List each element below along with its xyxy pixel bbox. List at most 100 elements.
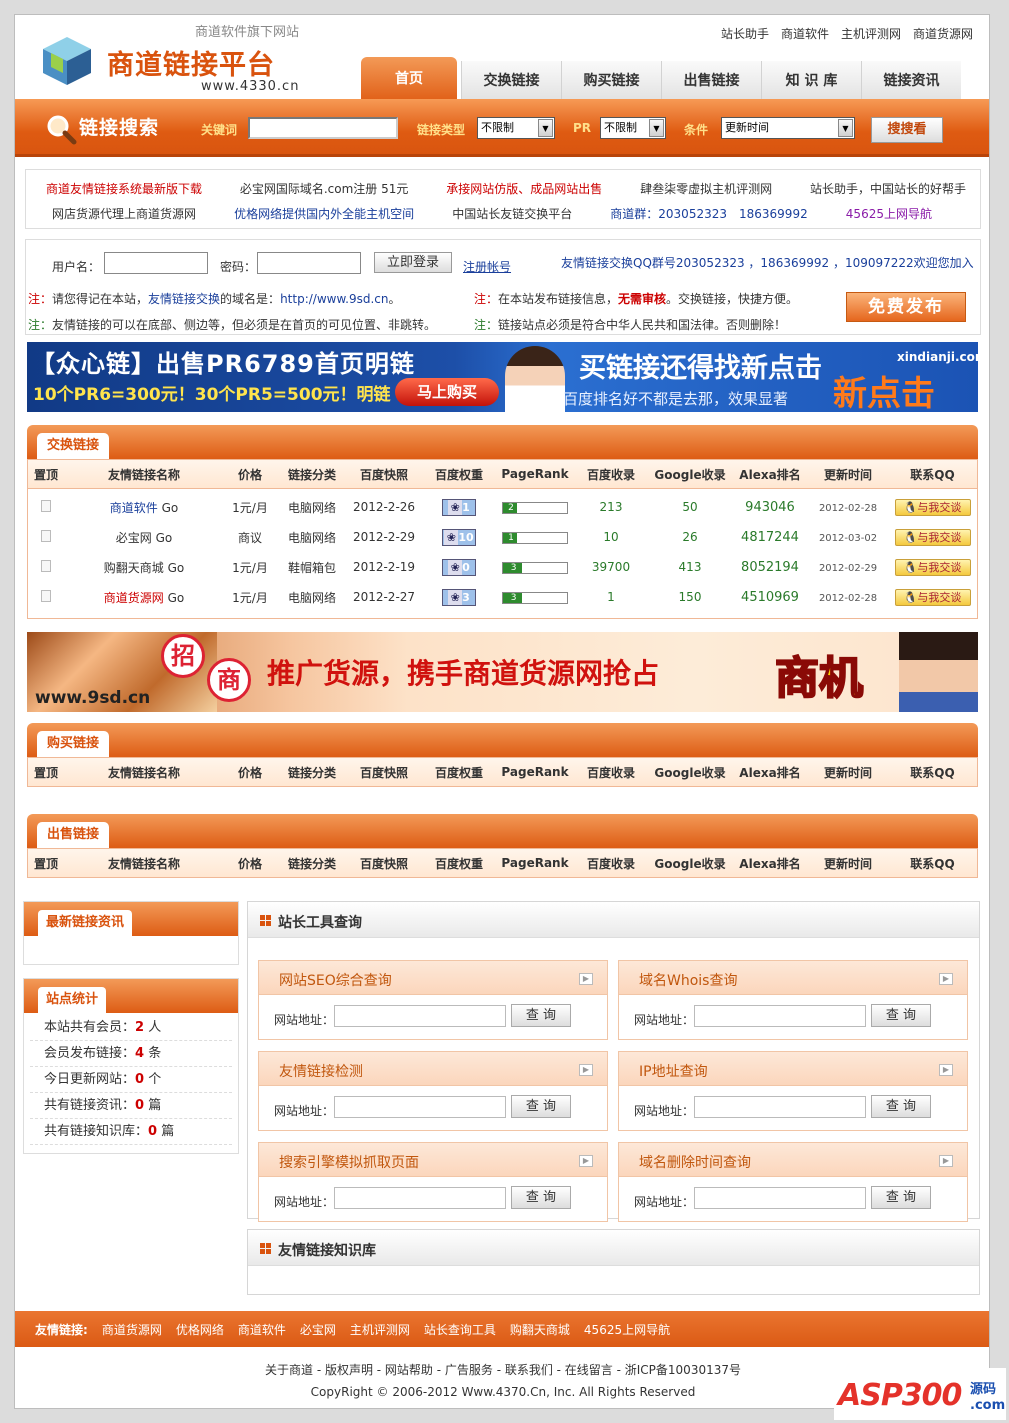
qq-chat-button[interactable]: 🐧与我交谈 bbox=[894, 528, 971, 546]
friend-link[interactable]: 站长查询工具 bbox=[424, 1321, 496, 1338]
logo-title[interactable]: 商道链接平台 bbox=[107, 43, 275, 82]
chevron-right-icon[interactable]: ▶ bbox=[939, 1064, 953, 1076]
type-select[interactable]: 不限制 ▼ bbox=[477, 117, 555, 139]
go-link[interactable]: Go bbox=[156, 531, 173, 545]
password-input[interactable] bbox=[257, 252, 361, 274]
ad-link[interactable]: 承接网站仿版、成品网站出售 bbox=[446, 180, 602, 197]
column-header: Google收录 bbox=[654, 856, 726, 871]
link-name[interactable]: 购翻天商城 bbox=[104, 561, 164, 575]
note-2: 注：在本站发布链接信息，无需审核。交换链接，快捷方便。 bbox=[474, 292, 799, 306]
buy-now-button[interactable]: 马上购买 bbox=[395, 378, 499, 406]
friend-link[interactable]: 优格网络 bbox=[176, 1321, 224, 1338]
friend-link[interactable]: 购翻天商城 bbox=[510, 1321, 570, 1338]
url-input[interactable] bbox=[694, 1187, 866, 1209]
ad-link[interactable]: 网店货源代理上商道货源网 bbox=[52, 205, 196, 222]
query-button[interactable]: 查 询 bbox=[511, 1095, 571, 1118]
type-label: 链接类型 bbox=[417, 123, 466, 137]
url-input[interactable] bbox=[334, 1005, 506, 1027]
url-input[interactable] bbox=[694, 1096, 866, 1118]
tool-title[interactable]: 网站SEO综合查询 bbox=[259, 961, 607, 995]
chevron-down-icon: ▼ bbox=[538, 119, 553, 137]
chevron-right-icon[interactable]: ▶ bbox=[939, 1155, 953, 1167]
friend-link[interactable]: 主机评测网 bbox=[350, 1321, 410, 1338]
sell-title[interactable]: 出售链接 bbox=[37, 822, 110, 848]
username-label: 用户名： bbox=[52, 260, 101, 274]
ad-link[interactable]: 商道群：203052323 186369992 bbox=[610, 205, 807, 222]
friend-link[interactable]: 商道软件 bbox=[238, 1321, 286, 1338]
keyword-input[interactable] bbox=[248, 117, 398, 139]
free-publish-button[interactable]: 免费发布 bbox=[846, 292, 966, 322]
watermark-brand: ASP300 bbox=[838, 1378, 962, 1413]
link-name[interactable]: 商道货源网 bbox=[104, 591, 164, 605]
toplink[interactable]: 站长助手 bbox=[721, 25, 769, 42]
url-input[interactable] bbox=[694, 1005, 866, 1027]
url-input[interactable] bbox=[334, 1187, 506, 1209]
chevron-right-icon[interactable]: ▶ bbox=[579, 973, 593, 985]
tool-title[interactable]: 友情链接检测 bbox=[259, 1052, 607, 1086]
go-link[interactable]: Go bbox=[168, 591, 185, 605]
cond-select[interactable]: 更新时间 ▼ bbox=[721, 117, 855, 139]
ad-link[interactable]: 必宝网国际域名.com注册 51元 bbox=[240, 180, 409, 197]
column-header: 联系QQ bbox=[910, 856, 955, 871]
nav-tab-exchange[interactable]: 交换链接 bbox=[461, 61, 561, 99]
tool-title[interactable]: IP地址查询 bbox=[619, 1052, 967, 1086]
toplink[interactable]: 主机评测网 bbox=[841, 25, 901, 42]
column-header: 价格 bbox=[237, 765, 262, 780]
column-header: 百度权重 bbox=[434, 467, 483, 482]
go-link[interactable]: Go bbox=[162, 501, 179, 515]
toplink[interactable]: 商道软件 bbox=[781, 25, 829, 42]
query-button[interactable]: 查 询 bbox=[871, 1004, 931, 1027]
column-header: 百度收录 bbox=[586, 765, 635, 780]
pr-select[interactable]: 不限制 ▼ bbox=[600, 117, 666, 139]
go-link[interactable]: Go bbox=[168, 561, 185, 575]
qq-chat-button[interactable]: 🐧与我交谈 bbox=[894, 588, 971, 606]
login-button[interactable]: 立即登录 bbox=[374, 252, 452, 273]
ad-link[interactable]: 优格网络提供国内外全能主机空间 bbox=[234, 205, 414, 222]
category: 鞋帽箱包 bbox=[287, 560, 336, 575]
latest-news-title[interactable]: 最新链接资讯 bbox=[38, 910, 133, 936]
nav-tab-news[interactable]: 链接资讯 bbox=[861, 61, 961, 99]
friend-link[interactable]: 必宝网 bbox=[300, 1321, 336, 1338]
nav-tab-home[interactable]: 首页 bbox=[361, 57, 457, 99]
username-input[interactable] bbox=[104, 252, 208, 274]
ad-link[interactable]: 45625上网导航 bbox=[846, 205, 932, 222]
register-link[interactable]: 注册帐号 bbox=[463, 258, 511, 275]
chevron-right-icon[interactable]: ▶ bbox=[939, 973, 953, 985]
query-button[interactable]: 查 询 bbox=[871, 1186, 931, 1209]
tool-title[interactable]: 域名删除时间查询 bbox=[619, 1143, 967, 1177]
baidu-index: 213 bbox=[599, 500, 623, 514]
tool-title[interactable]: 搜索引擎模拟抓取页面 bbox=[259, 1143, 607, 1177]
ad-link[interactable]: 站长助手，中国站长的好帮手 bbox=[810, 180, 966, 197]
query-button[interactable]: 查 询 bbox=[511, 1186, 571, 1209]
chevron-right-icon[interactable]: ▶ bbox=[579, 1064, 593, 1076]
banner-ad-1[interactable]: 【众心链】出售PR6789首页明链 10个PR6=300元！30个PR5=500… bbox=[27, 342, 978, 412]
link-name[interactable]: 商道软件 bbox=[110, 501, 158, 515]
banner1-right-sub: 百度排名好不都是去那，效果显著 bbox=[563, 390, 789, 408]
qq-chat-button[interactable]: 🐧与我交谈 bbox=[894, 498, 971, 516]
qq-groups-text[interactable]: 友情链接交换QQ群号203052323 ，186369992 ，10909722… bbox=[561, 254, 974, 271]
qq-chat-button[interactable]: 🐧与我交谈 bbox=[894, 558, 971, 576]
search-button[interactable]: 搜搜看 bbox=[871, 117, 943, 143]
keyword-label: 关键词 bbox=[201, 123, 238, 137]
url-input[interactable] bbox=[334, 1096, 506, 1118]
ad-link[interactable]: 肆叁柒零虚拟主机评测网 bbox=[640, 180, 772, 197]
banner-ad-2[interactable]: www.9sd.cn 招 商 推广货源，携手商道货源网抢占 商机 bbox=[27, 632, 978, 712]
toplink[interactable]: 商道货源网 bbox=[913, 25, 973, 42]
nav-tab-buy[interactable]: 购买链接 bbox=[561, 61, 661, 99]
tool-box: 友情链接检测 ▶ 网站地址： 查 询 bbox=[258, 1051, 608, 1131]
buy-title[interactable]: 购买链接 bbox=[37, 731, 110, 757]
query-button[interactable]: 查 询 bbox=[871, 1095, 931, 1118]
exchange-title[interactable]: 交换链接 bbox=[37, 433, 110, 459]
ad-link[interactable]: 商道友情链接系统最新版下载 bbox=[46, 180, 202, 197]
tool-title[interactable]: 域名Whois查询 bbox=[619, 961, 967, 995]
column-header: 链接分类 bbox=[287, 467, 336, 482]
exchange-head: 交换链接 bbox=[27, 425, 978, 459]
link-name[interactable]: 必宝网 bbox=[116, 531, 152, 545]
query-button[interactable]: 查 询 bbox=[511, 1004, 571, 1027]
nav-tab-sell[interactable]: 出售链接 bbox=[661, 61, 761, 99]
ad-link[interactable]: 中国站长友链交换平台 bbox=[452, 205, 572, 222]
chevron-right-icon[interactable]: ▶ bbox=[579, 1155, 593, 1167]
friend-link[interactable]: 商道货源网 bbox=[102, 1321, 162, 1338]
friend-link[interactable]: 45625上网导航 bbox=[584, 1321, 670, 1338]
nav-tab-kb[interactable]: 知 识 库 bbox=[761, 61, 861, 99]
